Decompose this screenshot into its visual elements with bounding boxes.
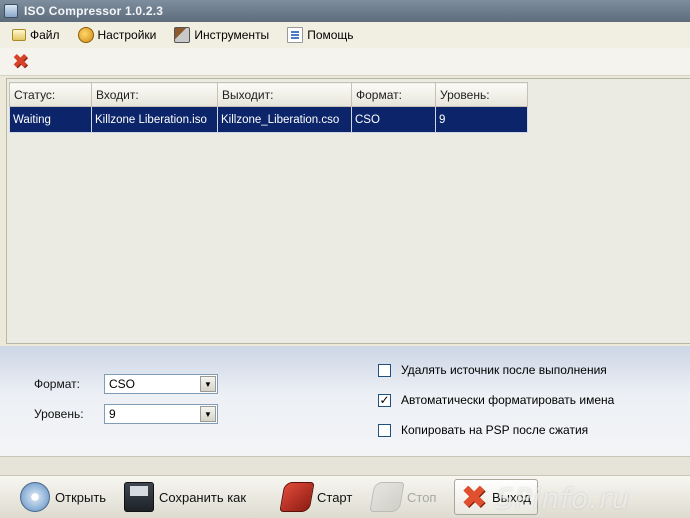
red-x-icon: ✖ (460, 479, 488, 515)
copy-to-psp-checkbox[interactable] (378, 423, 391, 437)
column-header-format[interactable]: Формат: (351, 82, 436, 107)
table-header-row: Статус: Входит: Выходит: Формат: Уровень… (9, 82, 528, 107)
menu-bar: Файл Настройки Инструменты Помощь (0, 22, 690, 48)
cell-format: CSO (351, 106, 436, 133)
menu-help-label: Помощь (307, 28, 354, 42)
delete-source-label: Удалять источник после выполнения (401, 363, 607, 377)
window-title: ISO Compressor 1.0.2.3 (24, 4, 164, 18)
job-list[interactable]: Статус: Входит: Выходит: Формат: Уровень… (6, 78, 690, 344)
gray-car-icon (369, 482, 405, 512)
save-as-button-label: Сохранить как (159, 489, 247, 505)
format-label: Формат: (34, 377, 80, 391)
options-panel: Формат: CSO ▼ Уровень: 9 ▼ Удалять источ… (0, 346, 690, 456)
chevron-down-icon[interactable]: ▼ (200, 406, 216, 422)
menu-tools-label: Инструменты (194, 28, 270, 42)
menu-settings-label: Настройки (97, 28, 157, 42)
watermark: SPinfo.ru (496, 482, 631, 515)
cell-level: 9 (435, 106, 528, 133)
title-bar: ISO Compressor 1.0.2.3 (0, 0, 690, 22)
menu-help[interactable]: Помощь (287, 27, 354, 43)
auto-format-checkbox[interactable]: ✓ (378, 393, 391, 407)
column-header-status[interactable]: Статус: (9, 82, 92, 107)
menu-file-label: Файл (30, 28, 60, 42)
menu-tools[interactable]: Инструменты (174, 27, 269, 43)
floppy-disk-icon (124, 482, 154, 512)
job-table: Статус: Входит: Выходит: Формат: Уровень… (9, 82, 528, 133)
save-as-button[interactable]: Сохранить как (124, 479, 246, 515)
table-row[interactable]: Waiting Killzone Liberation.iso Killzone… (9, 106, 528, 133)
column-header-level[interactable]: Уровень: (435, 82, 528, 107)
auto-format-label: Автоматически форматировать имена (401, 393, 615, 407)
level-label: Уровень: (34, 407, 84, 421)
stop-button[interactable]: Стоп (369, 479, 437, 515)
red-car-icon (279, 482, 315, 512)
cell-output: Killzone_Liberation.cso (217, 106, 352, 133)
start-button[interactable]: Старт (279, 479, 353, 515)
stop-button-label: Стоп (407, 489, 437, 505)
level-select[interactable]: 9 ▼ (104, 404, 218, 424)
help-icon (287, 27, 304, 43)
delete-source-checkbox[interactable] (378, 363, 391, 377)
cd-disc-icon (20, 482, 50, 512)
copy-to-psp-label: Копировать на PSP после сжатия (401, 423, 589, 437)
menu-settings[interactable]: Настройки (77, 27, 157, 43)
status-bar (0, 456, 690, 476)
toolbar-small: ✖ (0, 48, 690, 76)
app-icon (4, 4, 18, 18)
open-button-label: Открыть (55, 489, 107, 505)
remove-icon[interactable]: ✖ (12, 52, 29, 72)
copy-to-psp-option[interactable]: Копировать на PSP после сжатия (378, 423, 588, 437)
tools-icon (174, 27, 191, 43)
folder-icon (12, 29, 26, 41)
delete-source-option[interactable]: Удалять источник после выполнения (378, 363, 607, 377)
format-select[interactable]: CSO ▼ (104, 374, 218, 394)
column-header-input[interactable]: Входит: (91, 82, 218, 107)
format-select-value: CSO (109, 377, 136, 391)
cell-input: Killzone Liberation.iso (91, 106, 218, 133)
auto-format-option[interactable]: ✓ Автоматически форматировать имена (378, 393, 614, 407)
open-button[interactable]: Открыть (20, 479, 106, 515)
settings-icon (77, 27, 94, 43)
menu-file[interactable]: Файл (12, 28, 60, 42)
level-select-value: 9 (109, 407, 116, 421)
cell-status: Waiting (9, 106, 92, 133)
chevron-down-icon[interactable]: ▼ (200, 376, 216, 392)
column-header-output[interactable]: Выходит: (217, 82, 352, 107)
start-button-label: Старт (317, 489, 353, 505)
